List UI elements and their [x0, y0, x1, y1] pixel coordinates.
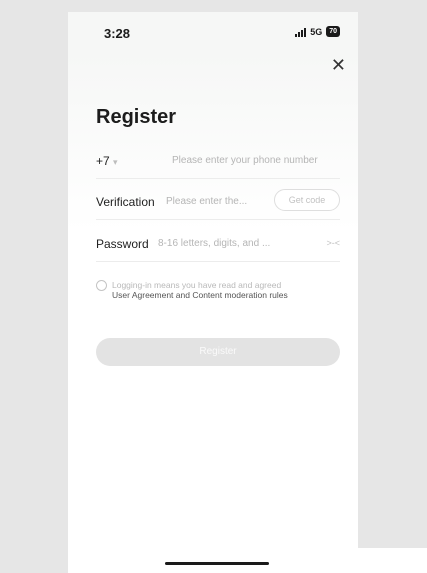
agreement-prefix: Logging-in means you have read and agree… [112, 280, 282, 290]
background-panel [318, 548, 427, 573]
status-bar: 3:28 5G 70 [68, 12, 358, 52]
verification-field[interactable]: Verification Please enter the... Get cod… [96, 185, 340, 220]
agreement-links[interactable]: User Agreement and Content moderation ru… [112, 290, 288, 300]
agreement-section: Logging-in means you have read and agree… [96, 280, 346, 326]
chevron-down-icon: ▾ [113, 157, 118, 167]
password-input-placeholder[interactable]: 8-16 letters, digits, and ... [158, 238, 270, 249]
password-label: Password [96, 237, 149, 251]
page-title: Register [96, 106, 177, 128]
signal-icon [295, 27, 307, 37]
verification-input-placeholder[interactable]: Please enter the... [166, 196, 247, 207]
get-code-button[interactable]: Get code [274, 189, 340, 211]
battery-icon: 70 [326, 26, 340, 37]
network-type: 5G [310, 26, 323, 37]
country-code-selector[interactable]: +7 ▾ [96, 154, 118, 168]
phone-input-placeholder[interactable]: Please enter your phone number [172, 155, 318, 166]
close-icon[interactable]: ✕ [331, 56, 346, 74]
status-time: 3:28 [104, 26, 131, 41]
country-code-label: +7 [96, 154, 110, 168]
verification-label: Verification [96, 195, 155, 209]
show-password-icon[interactable]: >-< [326, 238, 340, 248]
status-indicators: 5G 70 [295, 26, 340, 37]
agreement-checkbox[interactable] [96, 280, 107, 291]
phone-field[interactable]: +7 ▾ Please enter your phone number [96, 144, 340, 179]
phone-screen: 3:28 5G 70 ✕ Register +7 ▾ Please enter … [68, 12, 358, 573]
home-indicator [165, 562, 269, 565]
register-button[interactable]: Register [96, 338, 340, 366]
password-field[interactable]: Password 8-16 letters, digits, and ... >… [96, 227, 340, 262]
agreement-text: Logging-in means you have read and agree… [112, 280, 340, 300]
